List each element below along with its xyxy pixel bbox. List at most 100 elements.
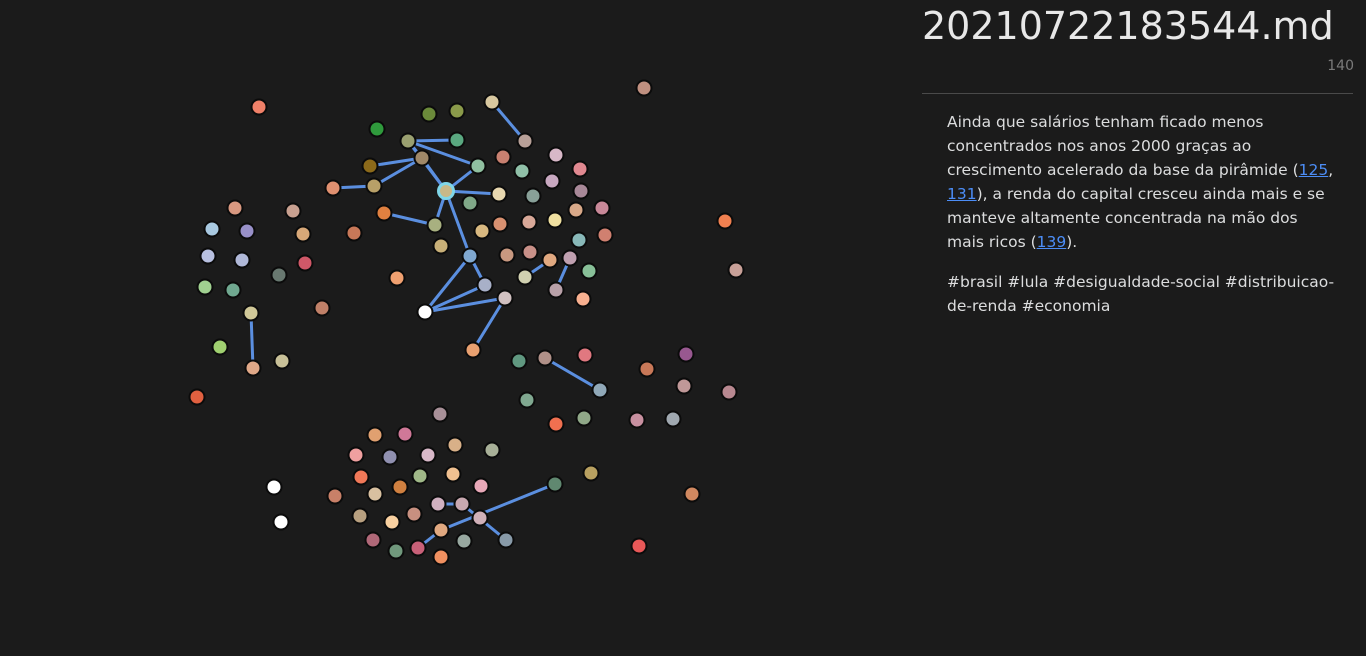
graph-node[interactable] <box>284 202 302 220</box>
graph-node[interactable] <box>313 299 331 317</box>
graph-node[interactable] <box>413 149 431 167</box>
graph-node[interactable] <box>351 507 369 525</box>
graph-node[interactable] <box>490 185 508 203</box>
graph-node[interactable] <box>727 261 745 279</box>
graph-node[interactable] <box>366 485 384 503</box>
graph-node[interactable] <box>411 467 429 485</box>
graph-node[interactable] <box>409 539 427 557</box>
graph-node[interactable] <box>368 120 386 138</box>
graph-node[interactable] <box>365 177 383 195</box>
graph-node[interactable] <box>575 409 593 427</box>
graph-node[interactable] <box>496 289 514 307</box>
graph-node[interactable] <box>375 204 393 222</box>
note-link-131[interactable]: 131 <box>947 185 977 203</box>
graph-node[interactable] <box>383 513 401 531</box>
graph-node[interactable] <box>391 478 409 496</box>
graph-node[interactable] <box>574 290 592 308</box>
graph-node[interactable] <box>244 359 262 377</box>
graph-node[interactable] <box>582 464 600 482</box>
graph-node[interactable] <box>416 303 434 321</box>
graph-view[interactable] <box>0 0 905 656</box>
graph-node[interactable] <box>405 505 423 523</box>
graph-node[interactable] <box>294 225 312 243</box>
graph-node[interactable] <box>224 281 242 299</box>
graph-node[interactable] <box>520 213 538 231</box>
graph-node[interactable] <box>546 475 564 493</box>
graph-node[interactable] <box>580 262 598 280</box>
graph-node[interactable] <box>361 157 379 175</box>
graph-node[interactable] <box>513 162 531 180</box>
graph-node[interactable] <box>420 105 438 123</box>
graph-node[interactable] <box>664 410 682 428</box>
graph-node[interactable] <box>399 132 417 150</box>
graph-node[interactable] <box>364 531 382 549</box>
graph-node[interactable] <box>273 352 291 370</box>
graph-node[interactable] <box>265 478 283 496</box>
graph-node[interactable] <box>547 281 565 299</box>
graph-node[interactable] <box>326 487 344 505</box>
graph-node[interactable] <box>455 532 473 550</box>
graph-node[interactable] <box>426 216 444 234</box>
graph-node[interactable] <box>203 220 221 238</box>
graph-node[interactable] <box>211 338 229 356</box>
graph-node[interactable] <box>510 352 528 370</box>
graph-node[interactable] <box>388 269 406 287</box>
graph-node[interactable] <box>497 531 515 549</box>
graph-node[interactable] <box>476 276 494 294</box>
graph-node[interactable] <box>448 102 466 120</box>
graph-node[interactable] <box>238 222 256 240</box>
note-link-125[interactable]: 125 <box>1299 161 1329 179</box>
graph-node[interactable] <box>547 415 565 433</box>
graph-node[interactable] <box>242 304 260 322</box>
graph-node[interactable] <box>683 485 701 503</box>
graph-node[interactable] <box>473 222 491 240</box>
graph-node[interactable] <box>196 278 214 296</box>
graph-node[interactable] <box>677 345 695 363</box>
graph-node[interactable] <box>547 146 565 164</box>
graph-node[interactable] <box>524 187 542 205</box>
graph-node[interactable] <box>429 495 447 513</box>
graph-node[interactable] <box>419 446 437 464</box>
graph-node[interactable] <box>596 226 614 244</box>
graph-node[interactable] <box>347 446 365 464</box>
graph-node[interactable] <box>432 521 450 539</box>
graph-node[interactable] <box>491 215 509 233</box>
graph-node[interactable] <box>272 513 290 531</box>
graph-node[interactable] <box>567 201 585 219</box>
graph-node[interactable] <box>543 172 561 190</box>
graph-node[interactable] <box>381 448 399 466</box>
graph-node[interactable] <box>546 211 564 229</box>
graph-node[interactable] <box>571 160 589 178</box>
graph-node[interactable] <box>464 341 482 359</box>
graph-node[interactable] <box>628 411 646 429</box>
graph-node[interactable] <box>591 381 609 399</box>
graph-node[interactable] <box>576 346 594 364</box>
note-link-139[interactable]: 139 <box>1037 233 1067 251</box>
graph-node[interactable] <box>494 148 512 166</box>
graph-node[interactable] <box>675 377 693 395</box>
graph-node[interactable] <box>516 132 534 150</box>
graph-node[interactable] <box>483 93 501 111</box>
graph-node[interactable] <box>448 131 466 149</box>
graph-node[interactable] <box>432 548 450 566</box>
graph-node[interactable] <box>188 388 206 406</box>
graph-node[interactable] <box>572 182 590 200</box>
graph-node[interactable] <box>471 509 489 527</box>
graph-node[interactable] <box>536 349 554 367</box>
graph-node[interactable] <box>516 268 534 286</box>
graph-canvas[interactable] <box>0 0 905 656</box>
graph-node[interactable] <box>324 179 342 197</box>
graph-node[interactable] <box>570 231 588 249</box>
graph-node[interactable] <box>446 436 464 454</box>
graph-node[interactable] <box>635 79 653 97</box>
graph-node[interactable] <box>352 468 370 486</box>
graph-node[interactable] <box>444 465 462 483</box>
graph-node-current[interactable] <box>437 182 455 200</box>
graph-node[interactable] <box>250 98 268 116</box>
graph-node[interactable] <box>483 441 501 459</box>
graph-node[interactable] <box>199 247 217 265</box>
graph-node[interactable] <box>366 426 384 444</box>
graph-node[interactable] <box>296 254 314 272</box>
graph-node[interactable] <box>461 194 479 212</box>
graph-node[interactable] <box>387 542 405 560</box>
